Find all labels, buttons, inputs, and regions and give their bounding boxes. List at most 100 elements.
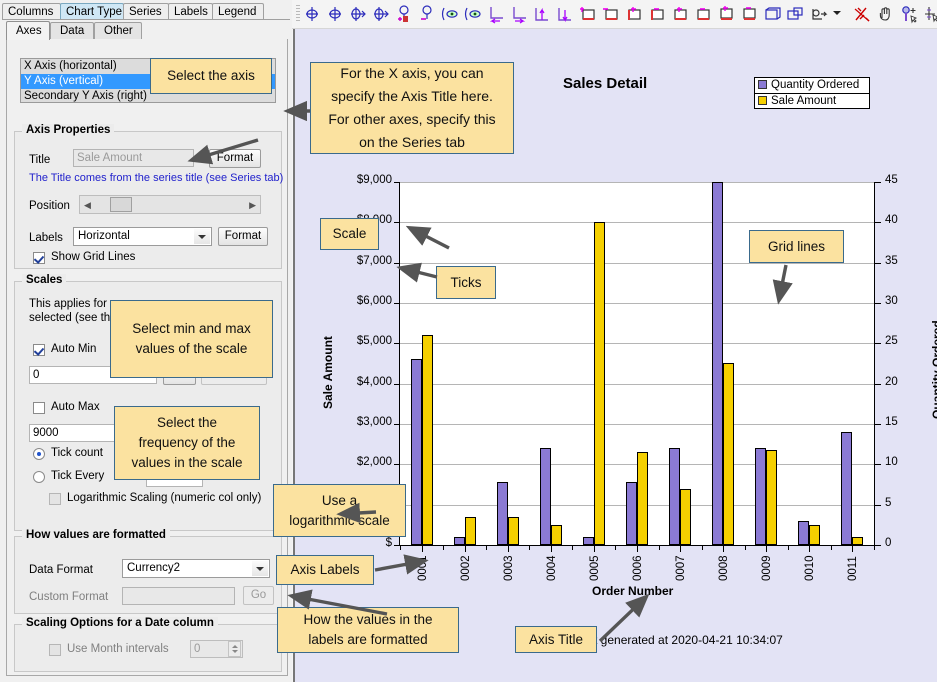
chevron-down-icon[interactable]	[194, 229, 210, 244]
bar-0010-quantity[interactable]	[798, 521, 809, 545]
chevron-down-icon[interactable]	[833, 11, 841, 17]
title-format-button[interactable]: Format	[209, 149, 261, 168]
add-panel-top-icon[interactable]	[716, 4, 736, 24]
auto-max-checkbox[interactable]	[33, 402, 45, 414]
hand-icon[interactable]	[876, 4, 896, 24]
rotate-y-icon[interactable]	[371, 4, 391, 24]
rotate-x-icon[interactable]	[348, 4, 368, 24]
secondary-y-axis-tick	[874, 464, 881, 465]
tab-legend[interactable]: Legend	[212, 3, 264, 19]
tab-data[interactable]: Data	[50, 22, 94, 39]
align-bottom-left-icon[interactable]	[486, 4, 506, 24]
x-axis-title: Order Number	[592, 584, 674, 598]
tab-chart-type[interactable]: Chart Type	[60, 3, 124, 19]
x-axis-tick-label: 0005	[589, 555, 601, 581]
toolbar-grip[interactable]	[296, 5, 300, 23]
bar-0009-quantity[interactable]	[755, 448, 766, 545]
tab-axes[interactable]: Axes	[6, 21, 50, 40]
position-slider[interactable]: ◀ ▶	[79, 195, 261, 214]
show-grid-lines-checkbox[interactable]	[33, 252, 45, 264]
align-bottom-right-icon[interactable]	[509, 4, 529, 24]
bar-0008-quantity[interactable]	[712, 182, 723, 545]
slider-right-arrow-icon[interactable]: ▶	[249, 200, 256, 211]
show-grid-lines-label: Show Grid Lines	[51, 251, 136, 263]
bar-0001-quantity[interactable]	[411, 359, 422, 545]
slider-left-arrow-icon[interactable]: ◀	[84, 200, 91, 211]
log-scaling-checkbox[interactable]	[49, 493, 61, 505]
secondary-y-axis-tick	[874, 424, 881, 425]
x-axis-minor-tick	[745, 545, 746, 550]
pick-axis-icon[interactable]	[922, 4, 937, 24]
x-axis-tick	[422, 545, 423, 552]
data-format-select[interactable]: Currency2	[122, 559, 270, 578]
slider-thumb[interactable]	[110, 197, 132, 212]
bar-0007-quantity[interactable]	[669, 448, 680, 545]
secondary-y-axis-tick-label: 0	[885, 537, 892, 549]
align-top-left-icon[interactable]	[532, 4, 552, 24]
tab-other[interactable]: Other	[94, 22, 142, 39]
bar-0001-sale[interactable]	[422, 335, 433, 545]
chart-designer-window: Columns Chart Type Series Labels Legend …	[0, 0, 937, 682]
frame-icon[interactable]	[762, 4, 782, 24]
x-axis-tick-label: 0002	[460, 555, 472, 581]
bar-0006-sale[interactable]	[637, 452, 648, 545]
tab-series[interactable]: Series	[123, 3, 169, 19]
bar-0010-sale[interactable]	[809, 525, 820, 545]
labels-orientation-select[interactable]: Horizontal	[73, 227, 212, 246]
tick-count-radio[interactable]	[33, 448, 45, 460]
align-top-right-icon[interactable]	[555, 4, 575, 24]
date-scaling-group: Scaling Options for a Date column Use Mo…	[14, 617, 282, 672]
bar-0011-quantity[interactable]	[841, 432, 852, 545]
show-right-icon[interactable]	[463, 4, 483, 24]
bar-0008-sale[interactable]	[723, 363, 734, 545]
callout-x-axis-title: For the X axis, you can specify the Axis…	[310, 62, 514, 154]
remove-panel-left-icon[interactable]	[601, 4, 621, 24]
axis-title-input[interactable]: Sale Amount	[73, 149, 194, 167]
chevron-down-icon-2[interactable]	[252, 561, 268, 576]
add-panel-left-icon[interactable]	[578, 4, 598, 24]
bar-0004-quantity[interactable]	[540, 448, 551, 545]
x-axis-minor-tick	[615, 545, 616, 550]
month-interval-stepper[interactable]: 0	[190, 640, 243, 658]
bar-0011-sale[interactable]	[852, 537, 863, 545]
remove-panel-top-icon[interactable]	[739, 4, 759, 24]
gridline	[400, 182, 874, 183]
bar-0005-quantity[interactable]	[583, 537, 594, 545]
bar-0006-quantity[interactable]	[626, 482, 637, 545]
bar-0004-sale[interactable]	[551, 525, 562, 545]
pick-point-icon[interactable]	[899, 4, 919, 24]
frame-offset-icon[interactable]	[785, 4, 805, 24]
bar-0005-sale[interactable]	[594, 222, 605, 545]
bar-0003-quantity[interactable]	[497, 482, 508, 545]
remove-panel-right-icon[interactable]	[647, 4, 667, 24]
remove-point-icon[interactable]	[417, 4, 437, 24]
flip-x-icon[interactable]	[302, 4, 322, 24]
add-point-icon[interactable]	[394, 4, 414, 24]
remove-panel-bottom-icon[interactable]	[693, 4, 713, 24]
callout-scale: Scale	[320, 218, 379, 250]
labels-format-button[interactable]: Format	[218, 227, 268, 246]
bar-0009-sale[interactable]	[766, 450, 777, 545]
secondary-y-axis-tick-label: 40	[885, 214, 898, 226]
bar-0003-sale[interactable]	[508, 517, 519, 545]
flip-y-icon[interactable]	[325, 4, 345, 24]
custom-format-go-button[interactable]: Go	[243, 586, 274, 605]
clear-markers-icon[interactable]	[852, 4, 872, 24]
stepper-arrows-icon[interactable]	[228, 641, 241, 657]
tab-labels[interactable]: Labels	[168, 3, 213, 19]
bar-0002-sale[interactable]	[465, 517, 476, 545]
callout-frequency: Select the frequency of the values in th…	[114, 406, 260, 480]
bar-0002-quantity[interactable]	[454, 537, 465, 545]
bar-0007-sale[interactable]	[680, 489, 691, 545]
tab-columns[interactable]: Columns	[2, 3, 61, 19]
pan-rotate-icon[interactable]	[808, 4, 828, 24]
add-panel-bottom-icon[interactable]	[670, 4, 690, 24]
use-month-intervals-checkbox[interactable]	[49, 644, 61, 656]
add-panel-right-icon[interactable]	[624, 4, 644, 24]
auto-min-checkbox[interactable]	[33, 344, 45, 356]
tick-every-radio[interactable]	[33, 471, 45, 483]
show-left-icon[interactable]	[440, 4, 460, 24]
x-axis-minor-tick	[874, 545, 875, 550]
custom-format-input[interactable]	[122, 587, 235, 605]
x-axis-minor-tick	[659, 545, 660, 550]
